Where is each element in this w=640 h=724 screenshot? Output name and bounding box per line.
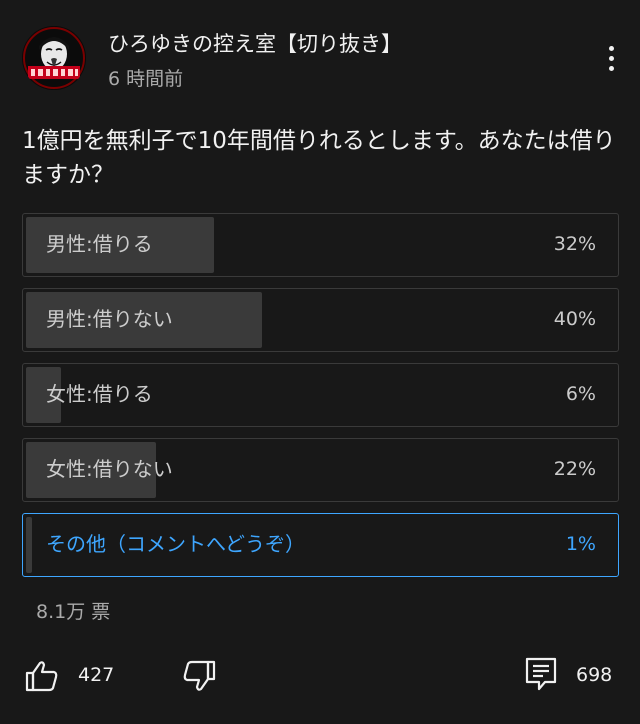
poll-option[interactable]: 女性:借りない 22% <box>22 438 619 502</box>
poll-option-label: 女性:借りる <box>46 382 153 406</box>
poll-option-percent: 40% <box>553 308 596 330</box>
poll-vote-count: 8.1万 票 <box>36 601 111 623</box>
poll-option-selected[interactable]: その他（コメントへどうぞ） 1% <box>22 513 619 577</box>
post-timestamp: 6 時間前 <box>108 68 184 90</box>
comment-button[interactable] <box>523 656 559 694</box>
more-vert-icon <box>608 45 614 51</box>
poll-option[interactable]: 男性:借りる 32% <box>22 213 619 277</box>
more-options-button[interactable] <box>596 38 626 78</box>
post-action-bar: 427 698 <box>0 650 640 706</box>
poll-option[interactable]: 女性:借りる 6% <box>22 363 619 427</box>
post-question-text: 1億円を無利子で10年間借りれるとします。あなたは借りますか？ <box>22 128 616 188</box>
poll-option-percent: 22% <box>553 458 596 480</box>
more-vert-icon-dot <box>608 65 614 71</box>
poll-option-percent: 1% <box>565 533 596 555</box>
poll-option-label: 男性:借りる <box>46 232 153 256</box>
poll: 男性:借りる 32% 男性:借りない 40% 女性:借りる 6% 女性:借りない… <box>22 213 619 588</box>
thumb-up-icon <box>25 661 58 692</box>
poll-option-label: 男性:借りない <box>46 307 173 331</box>
like-button[interactable] <box>24 658 60 694</box>
more-vert-icon-dot <box>608 55 614 61</box>
poll-option-percent: 6% <box>565 383 596 405</box>
like-count: 427 <box>78 664 115 686</box>
community-post: ひろゆきの控え室【切り抜き】 6 時間前 1億円を無利子で10年間借りれるとしま… <box>0 0 640 724</box>
comment-icon <box>525 657 557 691</box>
channel-name[interactable]: ひろゆきの控え室【切り抜き】 <box>108 28 402 58</box>
poll-option[interactable]: 男性:借りない 40% <box>22 288 619 352</box>
poll-option-result-bar <box>26 517 32 573</box>
poll-option-label: その他（コメントへどうぞ） <box>46 532 305 556</box>
comment-count: 698 <box>576 664 613 686</box>
poll-option-label: 女性:借りない <box>46 457 173 481</box>
masked-face-avatar-icon <box>22 26 86 90</box>
dislike-button[interactable] <box>181 658 217 694</box>
poll-option-percent: 32% <box>553 233 596 255</box>
channel-avatar[interactable] <box>22 26 86 90</box>
post-header: ひろゆきの控え室【切り抜き】 6 時間前 <box>0 0 640 110</box>
thumb-down-icon <box>183 660 216 691</box>
